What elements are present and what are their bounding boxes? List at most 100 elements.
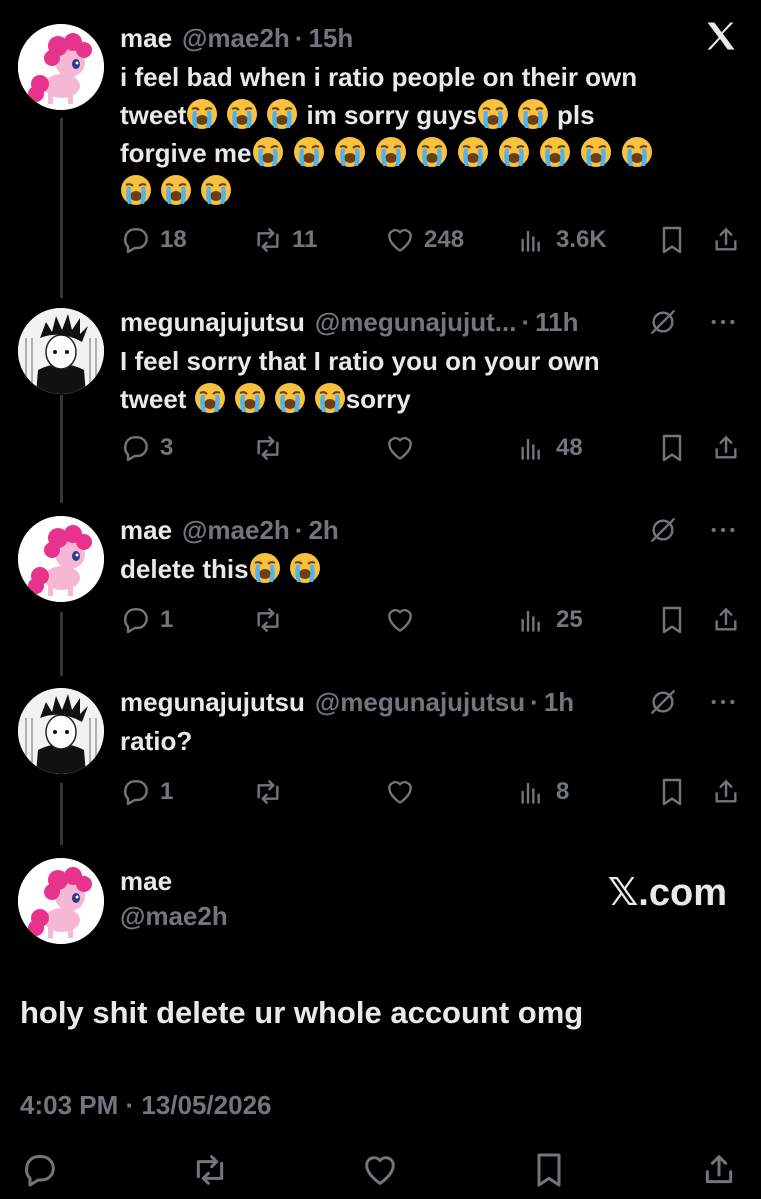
- post-time[interactable]: 2h: [308, 515, 338, 546]
- tweet-text: i feel bad when i ratio people on their …: [120, 58, 741, 210]
- loudly-crying-face-emoji: [580, 136, 612, 168]
- loudly-crying-face-emoji: [274, 382, 306, 414]
- author-handle[interactable]: @megunajujutsu: [315, 687, 525, 718]
- author-handle[interactable]: @mae2h: [182, 515, 290, 546]
- tweet[interactable]: megunajujutsu @megunajujut... · 11h I fe…: [0, 300, 761, 490]
- loudly-crying-face-emoji: [226, 98, 258, 130]
- separator-dot: ·: [294, 22, 304, 53]
- avatar[interactable]: [18, 688, 104, 774]
- bookmark-icon[interactable]: [529, 1150, 569, 1190]
- reply-button[interactable]: 1: [120, 604, 252, 636]
- author-name[interactable]: mae: [120, 866, 228, 897]
- grok-icon[interactable]: [647, 306, 679, 338]
- repost-button[interactable]: 11: [252, 224, 384, 256]
- tweet[interactable]: mae @mae2h · 2h delete this 1 25: [0, 508, 761, 668]
- like-icon: [384, 224, 416, 256]
- author-handle[interactable]: @mae2h: [182, 23, 290, 54]
- repost-button[interactable]: [252, 432, 384, 464]
- like-button[interactable]: 248: [384, 224, 516, 256]
- author-name[interactable]: mae: [120, 23, 172, 54]
- reply-icon[interactable]: [20, 1150, 60, 1190]
- repost-icon: [252, 604, 284, 636]
- loudly-crying-face-emoji: [416, 136, 448, 168]
- share-icon: [710, 224, 742, 256]
- share-icon: [710, 432, 742, 464]
- separator-dot: ·: [530, 686, 539, 717]
- loudly-crying-face-emoji: [293, 136, 325, 168]
- author-name[interactable]: megunajujutsu: [120, 307, 305, 338]
- loudly-crying-face-emoji: [249, 552, 281, 584]
- loudly-crying-face-emoji: [200, 174, 232, 206]
- author-name[interactable]: mae: [120, 515, 172, 546]
- views-button[interactable]: 25: [516, 604, 656, 636]
- main-action-bar: [20, 1148, 739, 1192]
- share-icon: [710, 604, 742, 636]
- author-handle[interactable]: @megunajujut...: [315, 307, 517, 338]
- grok-icon[interactable]: [647, 514, 679, 546]
- like-icon[interactable]: [360, 1150, 400, 1190]
- loudly-crying-face-emoji: [517, 98, 549, 130]
- loudly-crying-face-emoji: [621, 136, 653, 168]
- loudly-crying-face-emoji: [252, 136, 284, 168]
- repost-button[interactable]: [252, 604, 384, 636]
- more-icon[interactable]: [707, 686, 739, 718]
- views-button[interactable]: 48: [516, 432, 656, 464]
- post-time[interactable]: 1h: [544, 687, 574, 718]
- reply-button[interactable]: 18: [120, 224, 252, 256]
- avatar[interactable]: [18, 308, 104, 394]
- reply-button[interactable]: 1: [120, 776, 252, 808]
- post-time[interactable]: 11h: [535, 307, 578, 338]
- views-button[interactable]: 3.6K: [516, 224, 656, 256]
- main-timestamp[interactable]: 4:03 PM · 13/05/2026: [20, 1090, 272, 1121]
- repost-button[interactable]: [252, 776, 384, 808]
- more-icon[interactable]: [707, 306, 739, 338]
- more-icon[interactable]: [707, 514, 739, 546]
- like-button[interactable]: [384, 604, 516, 636]
- author-name[interactable]: megunajujutsu: [120, 687, 305, 718]
- tweet-text: I feel sorry that I ratio you on your ow…: [120, 346, 600, 414]
- avatar[interactable]: [18, 858, 104, 944]
- like-button[interactable]: [384, 776, 516, 808]
- main-tweet-text: holy shit delete ur whole account omg: [20, 995, 584, 1030]
- bookmark-button[interactable]: [656, 604, 710, 636]
- like-icon: [384, 776, 416, 808]
- bookmark-icon: [656, 224, 688, 256]
- share-button[interactable]: [710, 776, 742, 808]
- loudly-crying-face-emoji: [375, 136, 407, 168]
- share-button[interactable]: [710, 432, 742, 464]
- reply-icon: [120, 224, 152, 256]
- share-button[interactable]: [710, 224, 742, 256]
- bookmark-button[interactable]: [656, 776, 710, 808]
- grok-icon[interactable]: [647, 686, 679, 718]
- x-com-brand: 𝕏.com: [607, 872, 727, 914]
- loudly-crying-face-emoji: [334, 136, 366, 168]
- tweet-text: delete this: [120, 550, 741, 588]
- loudly-crying-face-emoji: [266, 98, 298, 130]
- post-time[interactable]: 15h: [308, 23, 353, 54]
- views-button[interactable]: 8: [516, 776, 656, 808]
- repost-icon: [252, 776, 284, 808]
- reply-icon: [120, 604, 152, 636]
- share-icon[interactable]: [699, 1150, 739, 1190]
- views-icon: [516, 432, 548, 464]
- tweet-text: ratio?: [120, 726, 193, 756]
- avatar[interactable]: [18, 516, 104, 602]
- loudly-crying-face-emoji: [194, 382, 226, 414]
- tweet[interactable]: megunajujutsu @megunajujutsu · 1h ratio?…: [0, 680, 761, 840]
- like-button[interactable]: [384, 432, 516, 464]
- loudly-crying-face-emoji: [498, 136, 530, 168]
- like-icon: [384, 432, 416, 464]
- author-handle[interactable]: @mae2h: [120, 901, 228, 932]
- share-button[interactable]: [710, 604, 742, 636]
- reply-button[interactable]: 3: [120, 432, 252, 464]
- repost-icon: [252, 432, 284, 464]
- tweet[interactable]: mae @mae2h · 15h i feel bad when i ratio…: [0, 0, 761, 280]
- loudly-crying-face-emoji: [457, 136, 489, 168]
- avatar[interactable]: [18, 24, 104, 110]
- repost-icon: [252, 224, 284, 256]
- bookmark-button[interactable]: [656, 432, 710, 464]
- loudly-crying-face-emoji: [234, 382, 266, 414]
- repost-icon[interactable]: [190, 1150, 230, 1190]
- bookmark-button[interactable]: [656, 224, 710, 256]
- loudly-crying-face-emoji: [160, 174, 192, 206]
